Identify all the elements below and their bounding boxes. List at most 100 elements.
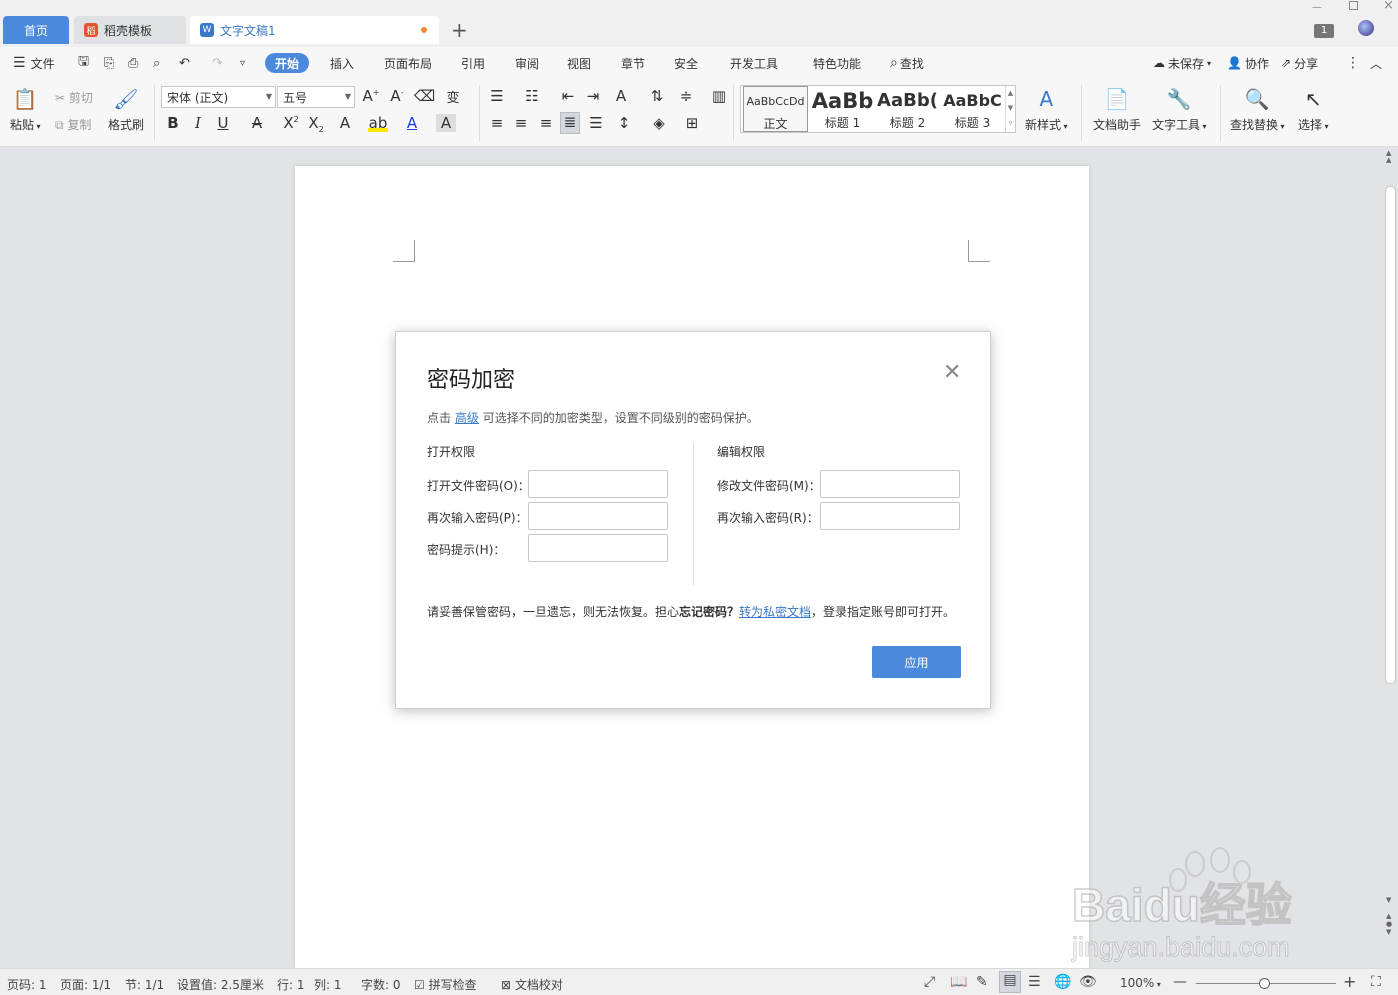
status-pages[interactable]: 页面: 1/1 xyxy=(60,976,111,993)
menu-tab-chapter[interactable]: 章节 xyxy=(621,47,645,79)
italic-icon[interactable]: I xyxy=(188,114,208,132)
menu-tab-security[interactable]: 安全 xyxy=(674,47,698,79)
bullet-list-icon[interactable]: ☰ xyxy=(487,87,507,105)
phonetic-guide-icon[interactable]: 变 xyxy=(443,87,463,106)
minimize-icon[interactable]: — xyxy=(1312,2,1322,13)
sort-icon[interactable]: ⇅ xyxy=(647,87,667,105)
columns-icon[interactable]: ▥ xyxy=(709,87,729,105)
page-view-icon[interactable]: ▤ xyxy=(999,971,1021,993)
style-normal[interactable]: AaBbCcDd 正文 xyxy=(743,86,808,132)
menu-tab-review[interactable]: 审阅 xyxy=(515,47,539,79)
read-mode-icon[interactable]: 📖 xyxy=(950,974,967,990)
scroll-down-icons[interactable]: ▼ ▲ ● ▼ xyxy=(1386,896,1392,936)
line-spacing-icon[interactable]: ↕ xyxy=(614,114,634,132)
undo-icon[interactable]: ↶ xyxy=(179,47,190,79)
share-button[interactable]: ⇗ 分享 xyxy=(1281,47,1318,79)
zoom-level-select[interactable]: 100% ▾ xyxy=(1120,976,1161,990)
bold-icon[interactable]: B xyxy=(163,114,183,132)
quick-access-more-icon[interactable]: ▿ xyxy=(240,47,245,79)
font-color-icon[interactable]: A xyxy=(402,114,422,132)
user-avatar[interactable] xyxy=(1358,20,1374,36)
open-reenter-password-input[interactable] xyxy=(528,502,668,530)
print-preview-icon[interactable]: ⌕ xyxy=(153,47,160,79)
convert-private-doc-link[interactable]: 转为私密文档 xyxy=(739,605,811,619)
text-effect-icon[interactable]: A xyxy=(335,114,355,132)
numbered-list-icon[interactable]: ☷ xyxy=(522,87,542,105)
status-setting[interactable]: 设置值: 2.5厘米 xyxy=(177,976,264,993)
styles-scroll-icon[interactable]: ▲ ▼ ▿ xyxy=(1005,86,1015,132)
close-window-icon[interactable]: × xyxy=(1383,0,1394,13)
borders-icon[interactable]: ⊞ xyxy=(682,114,702,132)
spell-check-button[interactable]: ☑ 拼写检查 xyxy=(414,976,477,993)
menu-tab-insert[interactable]: 插入 xyxy=(330,47,354,79)
distributed-icon[interactable]: ☰ xyxy=(586,114,606,132)
doc-assistant-button[interactable]: 📄 文档助手 xyxy=(1093,85,1141,133)
style-heading2[interactable]: AaBb( 标题 2 xyxy=(875,86,940,132)
fit-window-icon[interactable]: ⛶ xyxy=(1371,974,1381,990)
superscript-icon[interactable]: X2 xyxy=(281,114,301,132)
menu-tab-references[interactable]: 引用 xyxy=(461,47,485,79)
zoom-in-icon[interactable]: + xyxy=(1343,972,1356,991)
shrink-font-icon[interactable]: A- xyxy=(387,87,407,105)
edit-reenter-password-input[interactable] xyxy=(820,502,960,530)
align-left-icon[interactable]: ≡ xyxy=(487,114,507,132)
eye-protect-icon[interactable]: 👁 xyxy=(1079,974,1097,990)
zoom-out-icon[interactable]: — xyxy=(1173,974,1187,990)
show-marks-icon[interactable]: ≑ xyxy=(676,87,696,105)
clear-format-icon[interactable]: ⌫ xyxy=(414,87,435,105)
scrollbar-thumb[interactable] xyxy=(1385,186,1396,684)
find-replace-button[interactable]: 🔍 查找替换 ▾ xyxy=(1230,85,1285,133)
copy-button[interactable]: ⧉ 复制 xyxy=(55,116,91,133)
more-options-icon[interactable]: ⋮ xyxy=(1346,47,1360,79)
align-center-icon[interactable]: ≡ xyxy=(511,114,531,132)
zoom-slider-handle[interactable] xyxy=(1259,978,1270,989)
status-word-count[interactable]: 字数: 0 xyxy=(361,976,401,993)
new-style-button[interactable]: A 新样式 ▾ xyxy=(1025,85,1068,133)
new-tab-plus-icon[interactable]: + xyxy=(451,18,468,42)
status-page-number[interactable]: 页码: 1 xyxy=(7,976,47,993)
style-heading3[interactable]: AaBbC 标题 3 xyxy=(940,86,1005,132)
maximize-icon[interactable] xyxy=(1349,1,1358,10)
open-password-input[interactable] xyxy=(528,470,668,498)
unsaved-status[interactable]: ☁ 未保存 ▾ xyxy=(1153,47,1211,79)
web-view-icon[interactable]: 🌐 xyxy=(1054,974,1071,990)
subscript-icon[interactable]: X2 xyxy=(306,114,326,134)
tab-document[interactable]: W 文字文稿1 xyxy=(190,16,439,44)
decrease-indent-icon[interactable]: ⇤ xyxy=(558,87,578,105)
underline-icon[interactable]: U xyxy=(213,114,233,132)
text-direction-icon[interactable]: A xyxy=(611,87,631,105)
collapse-ribbon-icon[interactable]: ︿ xyxy=(1370,47,1382,79)
save-icon[interactable]: 🖫 xyxy=(78,47,89,79)
fullscreen-icon[interactable]: ⤢ xyxy=(924,974,935,990)
status-section[interactable]: 节: 1/1 xyxy=(125,976,164,993)
collaborate-button[interactable]: 👤 协作 xyxy=(1227,47,1269,79)
shading-icon[interactable]: ◈ xyxy=(649,114,669,132)
cut-button[interactable]: ✂ 剪切 xyxy=(55,89,93,106)
text-tools-button[interactable]: 🔧 文字工具 ▾ xyxy=(1152,85,1207,133)
tab-daoke-templates[interactable]: 稻 稻壳模板 xyxy=(74,16,186,44)
menu-tab-start[interactable]: 开始 xyxy=(265,53,310,73)
apply-button[interactable]: 应用 xyxy=(872,646,961,678)
menu-tab-special-features[interactable]: 特色功能 xyxy=(813,47,861,79)
file-menu[interactable]: ☰ 文件 xyxy=(13,47,55,79)
menu-tab-page-layout[interactable]: 页面布局 xyxy=(384,47,432,79)
style-heading1[interactable]: AaBb 标题 1 xyxy=(810,86,875,132)
font-size-select[interactable]: 五号 ▼ xyxy=(277,86,355,108)
redo-icon[interactable]: ↷ xyxy=(212,47,223,79)
strikethrough-icon[interactable]: A xyxy=(247,114,267,132)
menu-tab-developer[interactable]: 开发工具 xyxy=(730,47,778,79)
close-icon[interactable]: ✕ xyxy=(943,362,961,384)
paste-button[interactable]: 📋 粘贴 ▾ xyxy=(10,85,41,133)
status-column[interactable]: 列: 1 xyxy=(314,976,342,993)
export-icon[interactable]: ⎘ xyxy=(104,47,114,79)
select-button[interactable]: ↖ 选择 ▾ xyxy=(1298,85,1329,133)
align-right-icon[interactable]: ≡ xyxy=(536,114,556,132)
scroll-up-double-icon[interactable]: ▲ ▲ xyxy=(1386,150,1391,164)
tab-home[interactable]: 首页 xyxy=(3,16,69,44)
grow-font-icon[interactable]: A+ xyxy=(361,87,381,105)
write-mode-icon[interactable]: ✎ xyxy=(976,974,988,990)
highlight-icon[interactable]: ab xyxy=(368,114,388,132)
format-painter-button[interactable]: 🖌 格式刷 xyxy=(108,85,144,133)
outline-view-icon[interactable]: ☰ xyxy=(1028,974,1041,990)
font-name-select[interactable]: 宋体 (正文) ▼ xyxy=(161,86,276,108)
